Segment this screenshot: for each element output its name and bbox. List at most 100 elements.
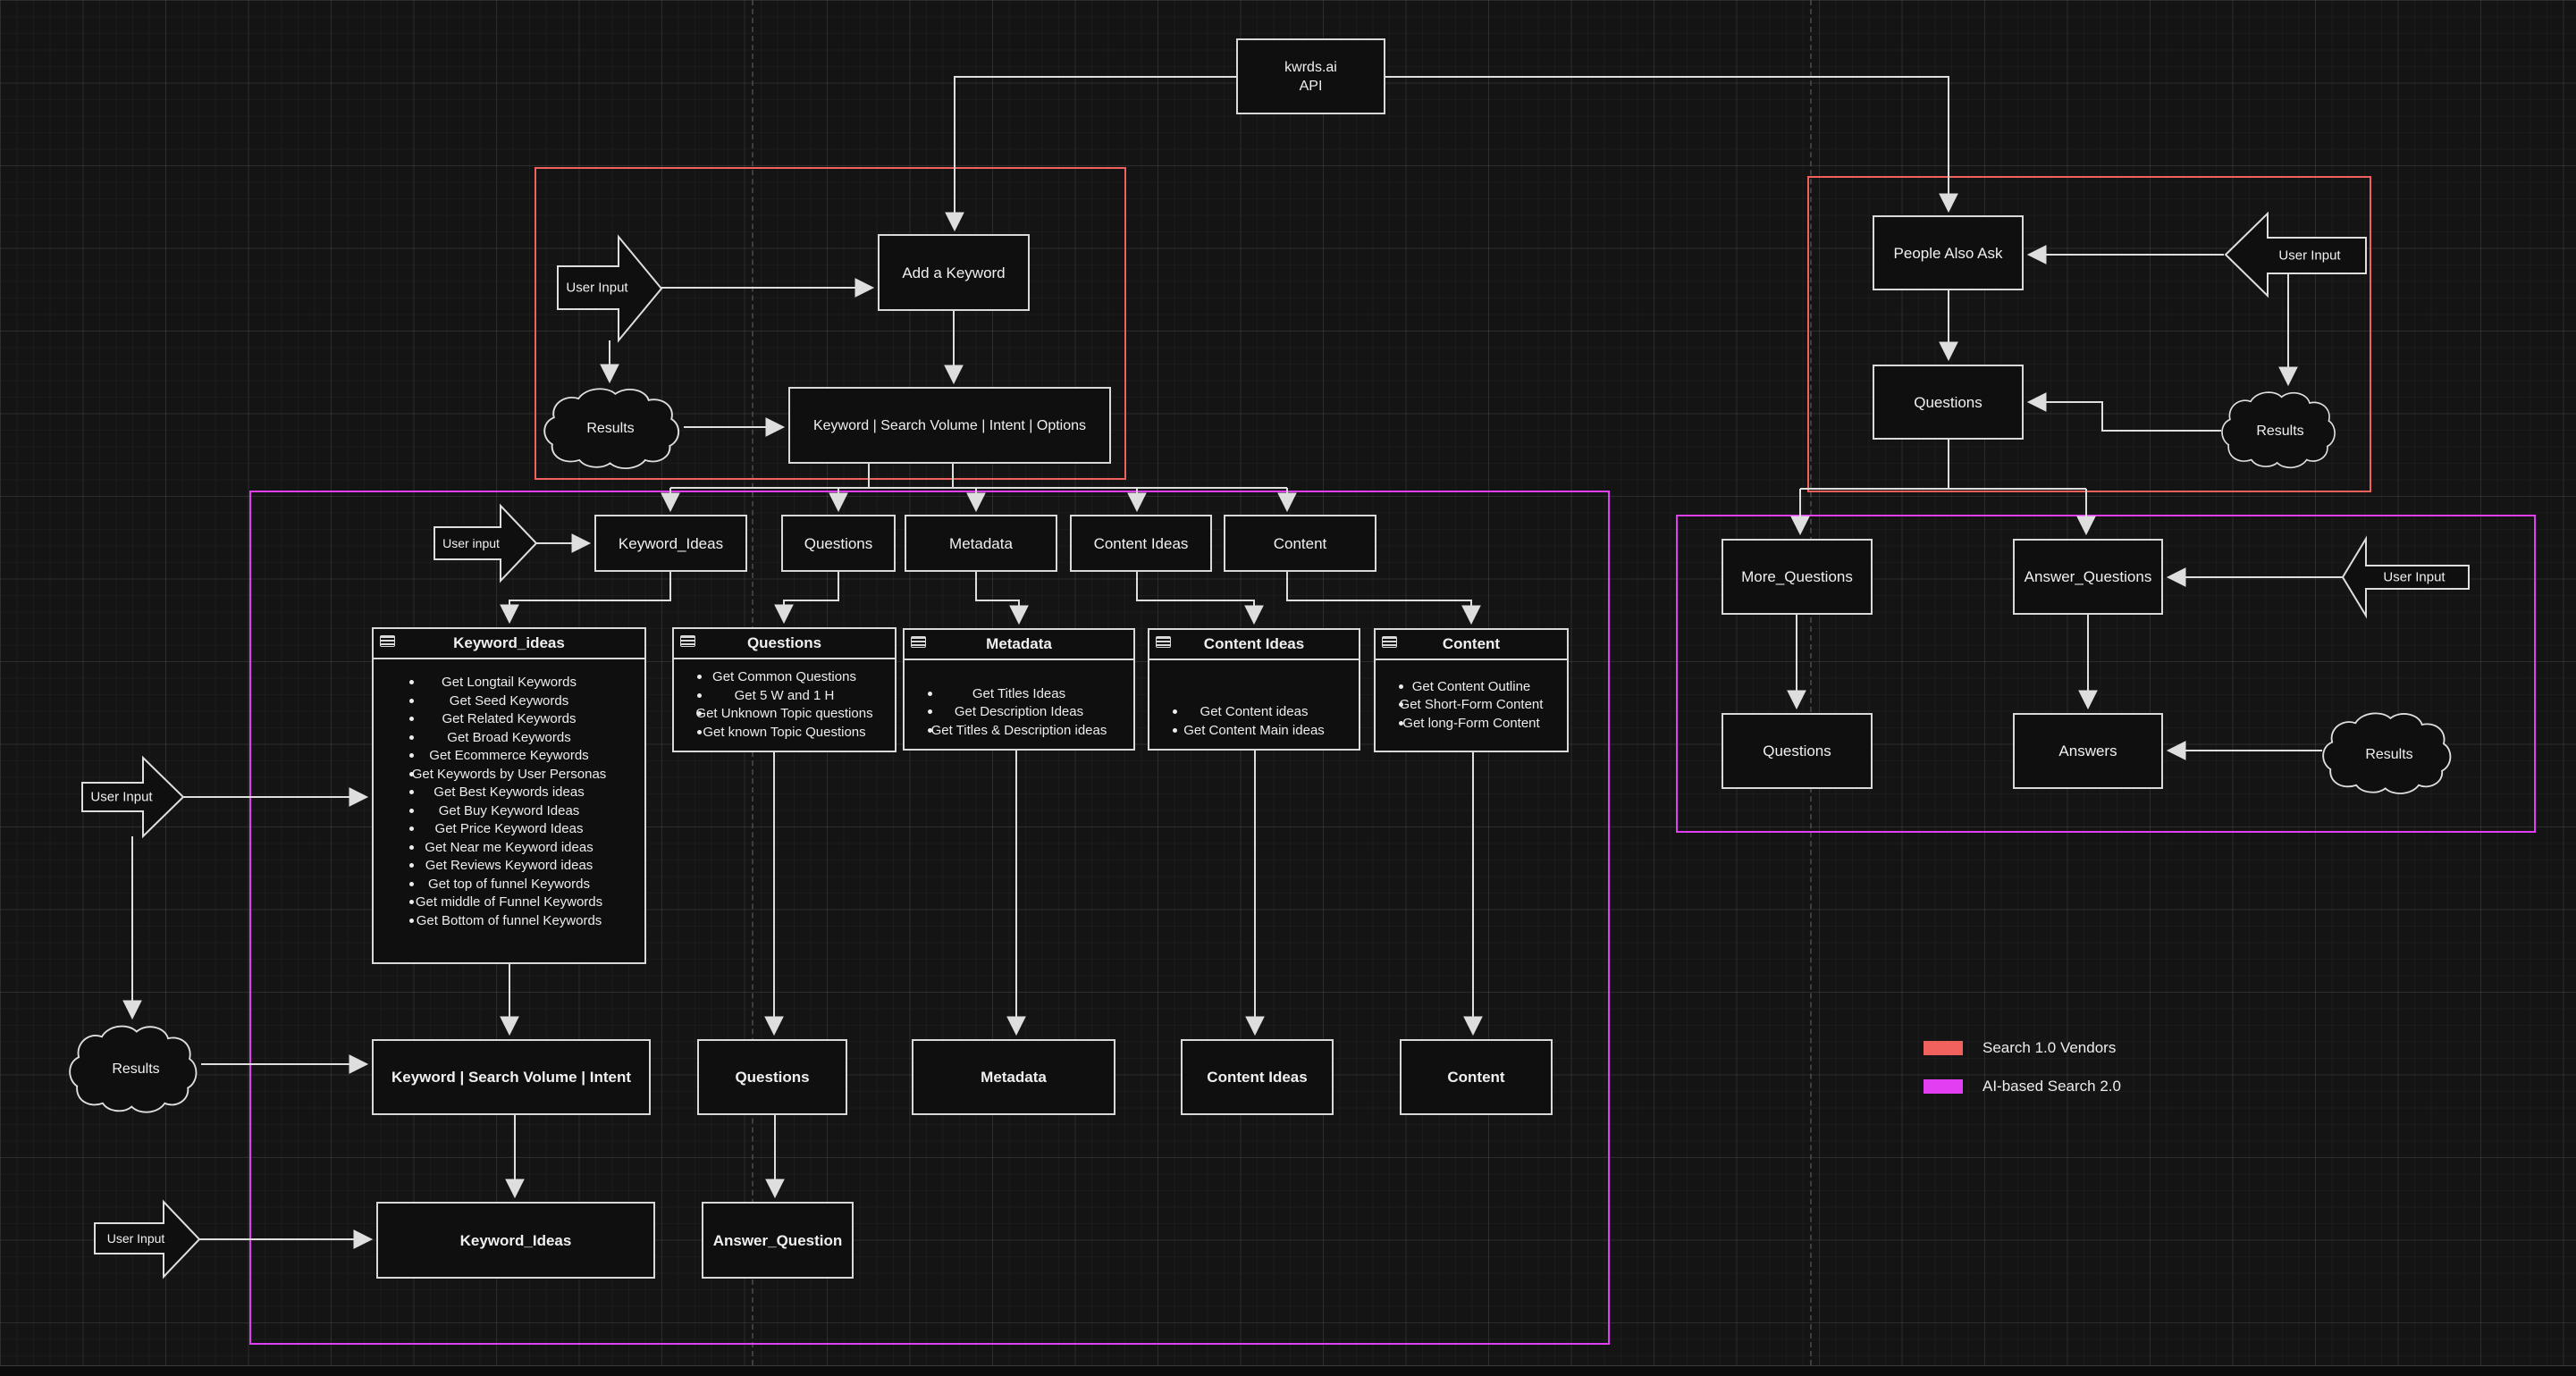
- diagram-canvas: User Input User input User Input User In…: [0, 0, 2576, 1376]
- list-content-ideas[interactable]: Content Ideas Get Content ideas Get Cont…: [1148, 628, 1360, 751]
- list-item: Get Bottom of funnel Keywords: [374, 912, 644, 931]
- node-label: Answer_Questions: [2025, 567, 2152, 586]
- node-label: Metadata: [949, 534, 1013, 553]
- legend-search1[interactable]: Search 1.0 Vendors: [1924, 1039, 2116, 1057]
- list-item: Get Content Outline: [1376, 678, 1567, 697]
- node-label: Questions: [1763, 742, 1831, 760]
- list-icon: [911, 636, 926, 648]
- results-label-4: Results: [2365, 747, 2412, 763]
- list-keyword-ideas[interactable]: Keyword_ideas Get Longtail Keywords Get …: [372, 627, 646, 964]
- list-item: Get long-Form Content: [1376, 715, 1567, 734]
- node-label: Metadata: [981, 1068, 1047, 1087]
- list-item: Get Ecommerce Keywords: [374, 747, 644, 766]
- list-item: Get 5 W and 1 H: [674, 687, 895, 706]
- page-edge-bottom: [0, 1365, 2576, 1376]
- list-item: Get Content Main ideas: [1149, 722, 1359, 741]
- results-label-1: Results: [586, 421, 634, 437]
- list-item: Get Short-Form Content: [1376, 696, 1567, 715]
- user-input-label-6: User Input: [2383, 570, 2445, 585]
- node-questions-search1[interactable]: Questions: [1873, 365, 2024, 440]
- list-header: Content Ideas: [1149, 630, 1359, 660]
- list-items: Get Titles Ideas Get Description Ideas G…: [905, 660, 1133, 749]
- node-content-ideas-bottom[interactable]: Content Ideas: [1181, 1039, 1334, 1115]
- list-item: Get middle of Funnel Keywords: [374, 894, 644, 912]
- list-item: Get Titles Ideas: [905, 685, 1133, 704]
- list-item: Get Titles & Description ideas: [905, 722, 1133, 741]
- node-tab-keyword-ideas[interactable]: Keyword_Ideas: [594, 515, 747, 572]
- node-content-bottom[interactable]: Content: [1400, 1039, 1553, 1115]
- node-tab-content[interactable]: Content: [1224, 515, 1376, 572]
- list-item: Get Buy Keyword Ideas: [374, 802, 644, 821]
- node-answer-question-bottom[interactable]: Answer_Question: [702, 1202, 854, 1279]
- api-line2: API: [1300, 77, 1323, 96]
- list-header: Metadata: [905, 630, 1133, 660]
- list-item: Get Longtail Keywords: [374, 674, 644, 692]
- node-answers[interactable]: Answers: [2013, 713, 2163, 789]
- node-add-a-keyword[interactable]: Add a Keyword: [878, 234, 1030, 311]
- node-label: Keyword | Search Volume | Intent | Optio…: [813, 416, 1086, 435]
- user-input-label-1: User Input: [566, 281, 627, 296]
- node-answer-questions[interactable]: Answer_Questions: [2013, 539, 2163, 615]
- results-label-3: Results: [2256, 424, 2303, 440]
- node-label: Keyword_Ideas: [460, 1231, 572, 1250]
- list-items: Get Content ideas Get Content Main ideas: [1149, 660, 1359, 749]
- user-input-label-4: User Input: [107, 1231, 165, 1246]
- node-label: Keyword | Search Volume | Intent: [391, 1068, 631, 1087]
- node-tab-questions[interactable]: Questions: [781, 515, 896, 572]
- list-icon: [1382, 636, 1397, 648]
- list-header: Content: [1376, 630, 1567, 660]
- node-people-also-ask[interactable]: People Also Ask: [1873, 215, 2024, 290]
- node-label: Questions: [735, 1068, 809, 1087]
- node-tab-content-ideas[interactable]: Content Ideas: [1070, 515, 1212, 572]
- list-item: Get Best Keywords ideas: [374, 784, 644, 802]
- legend-label-search2: AI-based Search 2.0: [1983, 1078, 2121, 1095]
- list-icon: [1156, 636, 1171, 648]
- list-items: Get Common Questions Get 5 W and 1 H Get…: [674, 659, 895, 751]
- node-keyword-sv-intent[interactable]: Keyword | Search Volume | Intent: [372, 1039, 651, 1115]
- legend-swatch-search1: [1924, 1041, 1963, 1055]
- node-questions-bottom[interactable]: Questions: [697, 1039, 847, 1115]
- list-content[interactable]: Content Get Content Outline Get Short-Fo…: [1374, 628, 1569, 752]
- list-item: Get Reviews Keyword ideas: [374, 857, 644, 876]
- list-icon: [680, 635, 695, 647]
- list-icon: [380, 635, 395, 647]
- list-items: Get Content Outline Get Short-Form Conte…: [1376, 660, 1567, 751]
- user-input-label-3: User Input: [90, 790, 152, 805]
- list-item: Get Common Questions: [674, 668, 895, 687]
- node-questions-search2[interactable]: Questions: [1722, 713, 1873, 789]
- list-title: Content Ideas: [1204, 635, 1304, 653]
- node-label: Keyword_Ideas: [619, 534, 723, 553]
- node-label: Content Ideas: [1207, 1068, 1307, 1087]
- list-title: Metadata: [986, 635, 1052, 653]
- list-title: Keyword_ideas: [453, 634, 565, 652]
- user-input-label-2: User input: [442, 536, 500, 550]
- list-item: Get Content ideas: [1149, 703, 1359, 722]
- node-keyword-sv-intent-options[interactable]: Keyword | Search Volume | Intent | Optio…: [788, 387, 1111, 464]
- node-tab-metadata[interactable]: Metadata: [905, 515, 1057, 572]
- node-kwrds-api[interactable]: kwrds.ai API: [1236, 38, 1385, 114]
- node-label: Questions: [1914, 393, 1983, 412]
- node-keyword-ideas-bottom[interactable]: Keyword_Ideas: [376, 1202, 655, 1279]
- node-label: Answer_Question: [713, 1231, 843, 1250]
- legend-label-search1: Search 1.0 Vendors: [1983, 1039, 2116, 1057]
- list-metadata[interactable]: Metadata Get Titles Ideas Get Descriptio…: [903, 628, 1135, 751]
- list-title: Content: [1443, 635, 1500, 653]
- node-label: Add a Keyword: [902, 264, 1005, 282]
- api-line1: kwrds.ai: [1284, 58, 1337, 77]
- legend-search2[interactable]: AI-based Search 2.0: [1924, 1078, 2121, 1095]
- list-questions[interactable]: Questions Get Common Questions Get 5 W a…: [672, 627, 897, 752]
- list-header: Questions: [674, 629, 895, 659]
- list-items: Get Longtail Keywords Get Seed Keywords …: [374, 659, 644, 962]
- list-item: Get known Topic Questions: [674, 724, 895, 743]
- node-more-questions[interactable]: More_Questions: [1722, 539, 1873, 615]
- node-label: Content: [1447, 1068, 1504, 1087]
- node-metadata-bottom[interactable]: Metadata: [912, 1039, 1115, 1115]
- list-item: Get Broad Keywords: [374, 729, 644, 748]
- list-title: Questions: [747, 634, 821, 652]
- user-input-label-5: User Input: [2278, 248, 2340, 264]
- list-item: Get Price Keyword Ideas: [374, 820, 644, 839]
- list-item: Get top of funnel Keywords: [374, 876, 644, 894]
- node-label: People Also Ask: [1894, 244, 2003, 263]
- results-label-2: Results: [112, 1061, 159, 1078]
- node-label: Answers: [2058, 742, 2117, 760]
